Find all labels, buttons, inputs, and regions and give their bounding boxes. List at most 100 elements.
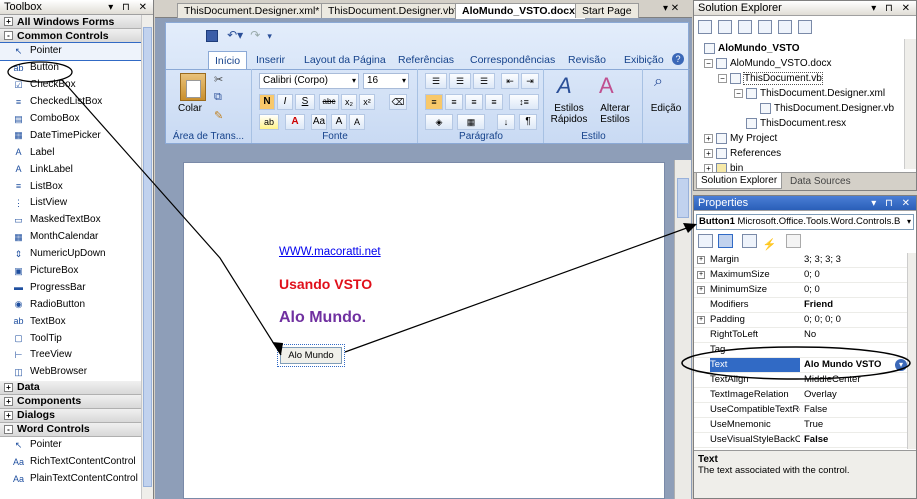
properties-view-icon[interactable]	[742, 234, 758, 248]
property-row[interactable]: UseVisualStyleBackCol False	[694, 433, 908, 448]
property-value[interactable]: 0; 0	[804, 283, 820, 297]
ribbon-tab[interactable]: Início	[208, 51, 248, 70]
tab-solution-explorer[interactable]: Solution Explorer	[696, 173, 783, 189]
toolbox-scrollbar[interactable]	[141, 15, 153, 499]
bullets-icon[interactable]: ☰	[425, 73, 447, 89]
solution-explorer-scrollbar[interactable]	[904, 39, 916, 169]
grow-font-icon[interactable]: A	[331, 114, 347, 130]
property-value[interactable]: Overlay	[804, 388, 837, 402]
property-row[interactable]: + Padding 0; 0; 0; 0	[694, 313, 908, 328]
property-row[interactable]: Modifiers Friend	[694, 298, 908, 313]
alo-mundo-button[interactable]: Alo Mundo	[277, 344, 345, 367]
toolbox-item[interactable]: A LinkLabel	[0, 161, 141, 178]
tree-designer-vb[interactable]: ThisDocument.Designer.vb	[694, 101, 904, 116]
document-link[interactable]: WWW.macoratti.net	[279, 246, 381, 258]
toolbox-category[interactable]: - Word Controls	[0, 422, 141, 437]
pilcrow-icon[interactable]: ¶	[519, 114, 537, 130]
expand-toggle-icon[interactable]: +	[697, 271, 705, 279]
paste-button[interactable]: Colar	[178, 103, 202, 114]
change-styles-icon[interactable]: A	[599, 73, 614, 99]
tab-designer-vb[interactable]: ThisDocument.Designer.vb*	[321, 3, 466, 18]
toolbox-item[interactable]: ◉ RadioButton	[0, 296, 141, 313]
font-name-combo[interactable]: Calibri (Corpo) ▾	[259, 73, 359, 89]
expand-toggle-icon[interactable]: +	[697, 316, 705, 324]
format-painter-icon[interactable]: ✎	[214, 109, 223, 122]
property-row[interactable]: UseCompatibleTextRe False	[694, 403, 908, 418]
property-value[interactable]: MiddleCenter	[804, 373, 861, 387]
superscript-button[interactable]: x²	[359, 94, 375, 110]
italic-button[interactable]: I	[277, 94, 293, 110]
link-text[interactable]: WWW.macoratti.net	[279, 246, 381, 258]
ribbon-tab[interactable]: Inserir	[256, 51, 285, 69]
property-row[interactable]: TextAlign MiddleCenter	[694, 373, 908, 388]
property-value[interactable]: Alo Mundo VSTO	[804, 358, 881, 372]
tabs-close-icon[interactable]: ▾ ✕	[663, 3, 679, 14]
toolbox-item[interactable]: ↖ Pointer	[0, 437, 141, 454]
property-value[interactable]: 0; 0	[804, 268, 820, 282]
property-row[interactable]: + Margin 3; 3; 3; 3	[694, 253, 908, 268]
property-row[interactable]: + MaximumSize 0; 0	[694, 268, 908, 283]
class-diagram-icon[interactable]	[798, 20, 813, 34]
document-vertical-scrollbar[interactable]	[674, 160, 691, 499]
toolbox-category[interactable]: + Dialogs	[0, 408, 141, 423]
property-value[interactable]: False	[804, 433, 828, 447]
save-icon[interactable]	[206, 30, 218, 43]
help-icon[interactable]: ?	[672, 53, 684, 65]
justify-icon[interactable]: ≡	[485, 94, 503, 110]
quick-styles-icon[interactable]: A	[557, 73, 572, 99]
view-code-icon[interactable]	[758, 20, 773, 34]
panel-controls[interactable]: ▾ ⊓ ✕	[871, 196, 913, 211]
toolbox-item[interactable]: ▦ MonthCalendar	[0, 229, 141, 246]
toolbox-item[interactable]: ▢ ToolTip	[0, 330, 141, 347]
shading-icon[interactable]: ◈	[425, 114, 453, 130]
redo-icon[interactable]: ↷	[250, 28, 260, 42]
property-row[interactable]: Tag	[694, 343, 908, 358]
expand-toggle-icon[interactable]: -	[4, 424, 13, 434]
expand-toggle-icon[interactable]: +	[697, 256, 705, 264]
events-icon[interactable]: ⚡	[762, 239, 777, 253]
expand-toggle-icon[interactable]: +	[4, 382, 13, 392]
change-case-icon[interactable]: Aa	[311, 114, 327, 130]
ribbon-tab[interactable]: Referências	[398, 51, 454, 69]
toolbox-item[interactable]: ▬ ProgressBar	[0, 279, 141, 296]
property-grid-scrollbar[interactable]	[907, 253, 916, 449]
align-right-icon[interactable]: ≡	[465, 94, 483, 110]
alphabetical-icon[interactable]	[718, 234, 734, 248]
property-value[interactable]: 3; 3; 3; 3	[804, 253, 841, 267]
toolbox-category[interactable]: + Data	[0, 380, 141, 395]
toolbox-category[interactable]: - Common Controls	[0, 29, 141, 43]
tree-designer-xml[interactable]: − ThisDocument.Designer.xml	[694, 86, 904, 101]
underline-button[interactable]: S	[295, 94, 315, 110]
numbering-icon[interactable]: ☰	[449, 73, 471, 89]
refresh-icon[interactable]	[738, 20, 753, 34]
toolbox-item[interactable]: ▭ MaskedTextBox	[0, 212, 141, 229]
clear-format-icon[interactable]: ⌫	[389, 94, 407, 110]
paste-icon[interactable]	[180, 73, 206, 101]
categorized-icon[interactable]	[698, 234, 713, 248]
property-value[interactable]: False	[804, 403, 827, 417]
shrink-font-icon[interactable]: A	[349, 114, 365, 130]
tab-start-page[interactable]: Start Page	[575, 3, 639, 18]
tab-data-sources[interactable]: Data Sources	[790, 175, 851, 189]
tree-my-project[interactable]: + My Project	[694, 131, 904, 146]
property-value[interactable]: Friend	[804, 298, 833, 312]
align-center-icon[interactable]: ≡	[445, 94, 463, 110]
ribbon-tab[interactable]: Exibição	[624, 51, 664, 69]
subscript-button[interactable]: x₂	[341, 94, 357, 110]
tree-docx[interactable]: − AloMundo_VSTO.docx	[694, 56, 904, 71]
tree-references[interactable]: + References	[694, 146, 904, 161]
editing-button[interactable]: Edição	[644, 103, 688, 114]
toolbox-item[interactable]: ab Button	[0, 60, 141, 77]
toolbox-item[interactable]: ▣ PictureBox	[0, 263, 141, 280]
font-size-combo[interactable]: 16 ▾	[363, 73, 409, 89]
toolbox-item[interactable]: ☑ CheckBox	[0, 77, 141, 94]
panel-controls[interactable]: ▾ ⊓ ✕	[108, 0, 150, 15]
toolbox-item[interactable]: ⇕ NumericUpDown	[0, 246, 141, 263]
copy-icon[interactable]: ⧉	[214, 91, 222, 104]
panel-controls[interactable]: ▾ ⊓ ✕	[871, 1, 913, 16]
bold-button[interactable]: N	[259, 94, 275, 110]
toolbox-item[interactable]: ◫ WebBrowser	[0, 364, 141, 381]
multilevel-list-icon[interactable]: ☰	[473, 73, 495, 89]
quick-styles-button[interactable]: Estilos Rápidos	[545, 103, 593, 125]
undo-icon[interactable]: ↶▾	[227, 28, 243, 42]
